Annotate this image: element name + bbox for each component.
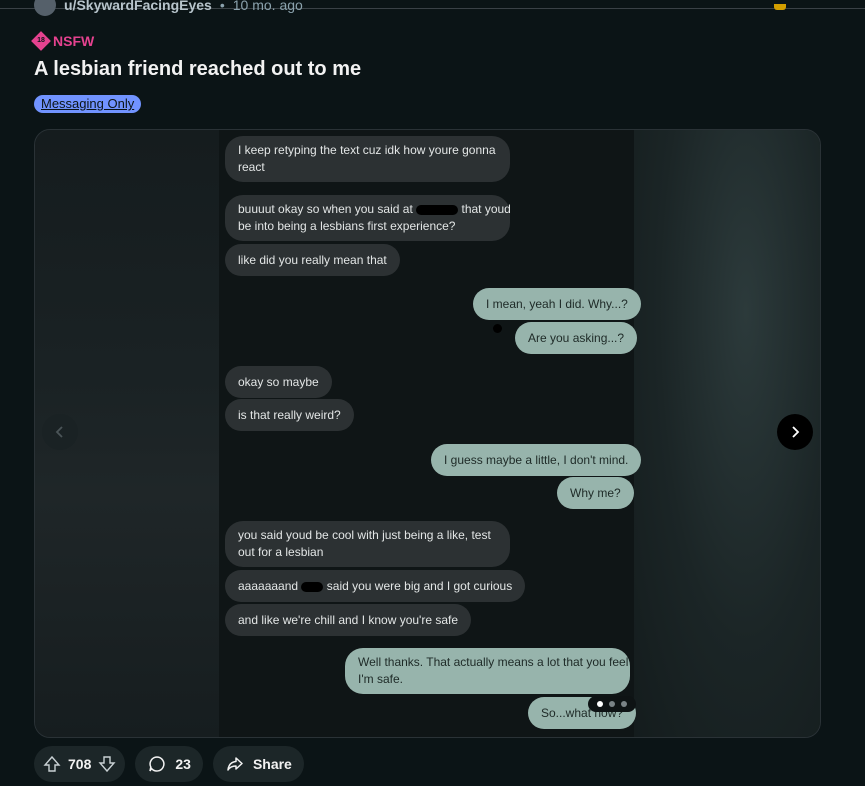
redacted-text [416,204,459,215]
vote-control: 708 [34,746,126,782]
message-text: that youd [461,202,511,216]
chevron-left-icon [55,426,63,438]
message-text: I mean, yeah I did. Why...? [486,297,628,311]
message-text: Why me? [570,486,621,500]
chevron-right-icon [792,426,800,438]
message-text: Are you asking...? [528,331,625,345]
nsfw-icon-text: 18 [37,37,45,44]
message-text: said you were big and I got curious [326,579,513,593]
avatar[interactable] [34,0,56,16]
redacted-text [301,581,324,592]
message-text: out for a lesbian [238,545,324,559]
message-outgoing: Why me? [557,477,634,509]
upvote-count: 708 [68,756,92,772]
message-incoming: I keep retyping the text cuz idk how you… [225,136,510,182]
message-text: I guess maybe a little, I don't mind. [444,453,629,467]
message-text: I'm safe. [358,672,403,686]
share-button[interactable]: Share [212,746,304,782]
message-outgoing: Well thanks. That actually means a lot t… [345,648,630,694]
share-label: Share [252,756,292,772]
message-text: be into being a lesbians first experienc… [238,219,456,233]
message-text: and like we're chill and I know you're s… [238,613,459,627]
nsfw-label: NSFW [53,33,95,49]
message-incoming: and like we're chill and I know you're s… [225,604,472,636]
message-text: aaaaaaand [238,579,299,593]
pager-dot-active[interactable] [597,701,603,707]
post-title[interactable]: A lesbian friend reached out to me [34,58,361,81]
comment-icon [149,756,165,772]
upvote-icon[interactable] [42,754,62,774]
message-incoming: buuuut okay so when you said at that you… [225,195,511,241]
previous-image-button[interactable] [42,414,78,450]
award-icon [774,4,786,10]
separator: • [219,0,225,13]
chat-screenshot: I keep retyping the text cuz idk how you… [219,130,642,737]
message-outgoing: Are you asking...? [515,322,638,354]
message-text: I keep retyping the text cuz idk how you… [238,143,496,157]
message-outgoing: I guess maybe a little, I don't mind. [431,444,642,476]
message-text: Well thanks. That actually means a lot t… [358,655,629,669]
post-author-row: u/SkywardFacingEyes • 10 mo. ago [34,0,303,16]
message-text: you said youd be cool with just being a … [238,528,491,542]
pager-dot[interactable] [621,701,627,707]
author-name[interactable]: u/SkywardFacingEyes [64,0,212,13]
post-flair[interactable]: Messaging Only [34,95,142,113]
message-incoming: aaaaaaand said you were big and I got cu… [225,570,526,602]
pager-dot[interactable] [609,701,615,707]
comments-button[interactable]: 23 [135,746,203,782]
message-text: like did you really mean that [238,253,387,267]
gallery-pager [588,696,636,712]
message-text: is that really weird? [238,408,341,422]
nsfw-tag: 18 NSFW [31,31,95,51]
message-text-line: buuuut okay so when you said at that you… [238,201,511,218]
comment-count: 23 [175,756,191,772]
post-actions: 708 23 Share [34,746,304,782]
message-text: react [238,160,265,174]
message-incoming: you said youd be cool with just being a … [225,521,510,567]
message-text: buuuut okay so when you said at [238,202,413,216]
post-time: 10 mo. ago [232,0,303,13]
message-incoming: is that really weird? [225,399,354,431]
message-incoming: like did you really mean that [225,244,400,276]
message-outgoing: I mean, yeah I did. Why...? [473,288,641,320]
message-incoming: okay so maybe [225,366,332,398]
downvote-icon[interactable] [97,754,117,774]
share-icon [227,757,243,771]
read-receipt-dot [493,324,502,333]
next-image-button[interactable] [777,414,813,450]
message-text: okay so maybe [238,375,319,389]
nsfw-icon: 18 [31,31,51,51]
image-gallery[interactable]: I keep retyping the text cuz idk how you… [34,129,821,738]
